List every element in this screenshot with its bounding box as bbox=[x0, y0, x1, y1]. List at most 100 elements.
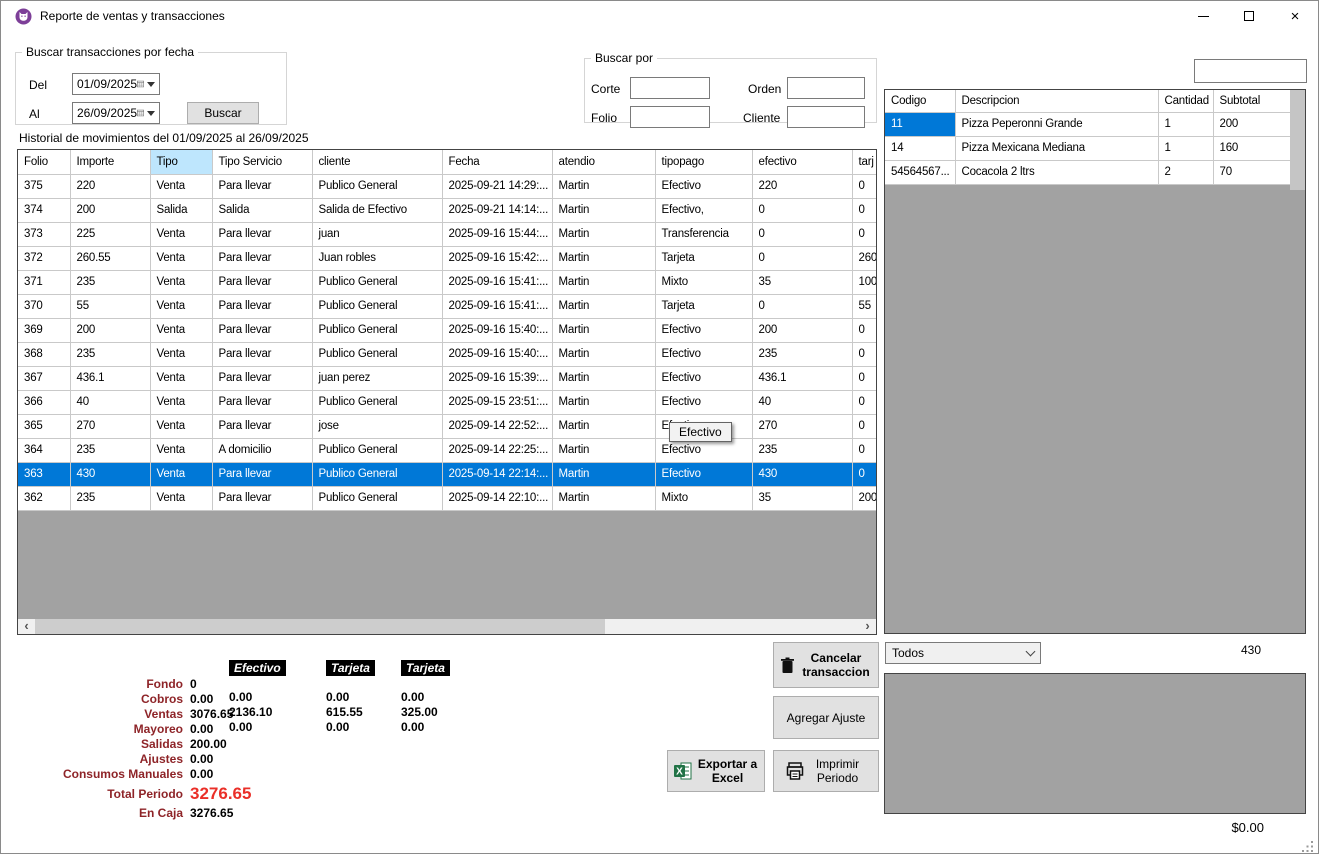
cell[interactable]: Efectivo bbox=[655, 390, 752, 414]
cell[interactable]: 2025-09-14 22:10:... bbox=[442, 486, 552, 510]
cell[interactable]: Martin bbox=[552, 270, 655, 294]
column-header[interactable]: tipopago bbox=[655, 150, 752, 174]
history-row[interactable]: 374200SalidaSalidaSalida de Efectivo2025… bbox=[18, 198, 877, 222]
column-header[interactable]: Tipo Servicio bbox=[212, 150, 312, 174]
history-row[interactable]: 364235VentaA domicilioPublico General202… bbox=[18, 438, 877, 462]
cancel-transaction-button[interactable]: Cancelar transaccion bbox=[773, 642, 879, 688]
filter-dropdown[interactable]: Todos bbox=[885, 642, 1041, 664]
horizontal-scrollbar[interactable]: ‹ › bbox=[18, 619, 876, 634]
cell[interactable]: 270 bbox=[752, 414, 852, 438]
cell[interactable]: Pizza Mexicana Mediana bbox=[955, 136, 1158, 160]
cell[interactable]: 200 bbox=[70, 198, 150, 222]
cell[interactable]: Venta bbox=[150, 438, 212, 462]
cell[interactable]: 0 bbox=[852, 342, 877, 366]
date-from-picker[interactable]: 01/09/2025 bbox=[72, 73, 160, 95]
cell[interactable]: 0 bbox=[852, 318, 877, 342]
history-row[interactable]: 368235VentaPara llevarPublico General202… bbox=[18, 342, 877, 366]
cell[interactable]: Venta bbox=[150, 294, 212, 318]
product-row[interactable]: 11Pizza Peperonni Grande1200 bbox=[885, 112, 1291, 136]
cell[interactable]: Tarjeta bbox=[655, 246, 752, 270]
cell[interactable]: 1 bbox=[1158, 136, 1213, 160]
cell[interactable]: 436.1 bbox=[70, 366, 150, 390]
cell[interactable]: 364 bbox=[18, 438, 70, 462]
cell[interactable]: Tarjeta bbox=[655, 294, 752, 318]
cell[interactable]: 260. bbox=[852, 246, 877, 270]
cell[interactable]: 35 bbox=[752, 270, 852, 294]
cell[interactable]: 375 bbox=[18, 174, 70, 198]
history-row[interactable]: 373225VentaPara llevarjuan2025-09-16 15:… bbox=[18, 222, 877, 246]
cell[interactable]: 368 bbox=[18, 342, 70, 366]
history-row[interactable]: 371235VentaPara llevarPublico General202… bbox=[18, 270, 877, 294]
cell[interactable]: 235 bbox=[70, 270, 150, 294]
cell[interactable]: Venta bbox=[150, 414, 212, 438]
history-row[interactable]: 36640VentaPara llevarPublico General2025… bbox=[18, 390, 877, 414]
cell[interactable]: 2025-09-16 15:40:... bbox=[442, 318, 552, 342]
history-row[interactable]: 369200VentaPara llevarPublico General202… bbox=[18, 318, 877, 342]
cell[interactable]: 2025-09-16 15:41:... bbox=[442, 270, 552, 294]
cell[interactable]: Para llevar bbox=[212, 174, 312, 198]
cell[interactable]: 220 bbox=[752, 174, 852, 198]
cell[interactable]: Efectivo bbox=[655, 318, 752, 342]
cell[interactable]: 2025-09-16 15:39:... bbox=[442, 366, 552, 390]
cell[interactable]: Venta bbox=[150, 462, 212, 486]
cell[interactable]: A domicilio bbox=[212, 438, 312, 462]
column-header[interactable]: atendio bbox=[552, 150, 655, 174]
barcode-input[interactable] bbox=[1194, 59, 1307, 83]
cell[interactable]: 371 bbox=[18, 270, 70, 294]
cell[interactable]: 369 bbox=[18, 318, 70, 342]
cell[interactable]: 235 bbox=[70, 486, 150, 510]
cell[interactable]: 2025-09-14 22:14:... bbox=[442, 462, 552, 486]
cell[interactable]: 270 bbox=[70, 414, 150, 438]
scroll-right-icon[interactable]: › bbox=[859, 619, 876, 634]
column-header[interactable]: Tipo bbox=[150, 150, 212, 174]
column-header[interactable]: cliente bbox=[312, 150, 442, 174]
cell[interactable]: 0 bbox=[852, 438, 877, 462]
cell[interactable]: 0 bbox=[852, 462, 877, 486]
cell[interactable]: 362 bbox=[18, 486, 70, 510]
cell[interactable]: juan bbox=[312, 222, 442, 246]
cell[interactable]: 100 bbox=[852, 270, 877, 294]
cell[interactable]: Publico General bbox=[312, 462, 442, 486]
cell[interactable]: Cocacola 2 ltrs bbox=[955, 160, 1158, 184]
column-header[interactable]: tarj bbox=[852, 150, 877, 174]
cell[interactable]: Venta bbox=[150, 486, 212, 510]
cell[interactable]: 260.55 bbox=[70, 246, 150, 270]
cell[interactable]: 2025-09-14 22:25:... bbox=[442, 438, 552, 462]
cell[interactable]: Efectivo bbox=[655, 342, 752, 366]
print-period-button[interactable]: Imprimir Periodo bbox=[773, 750, 879, 792]
cell[interactable]: Para llevar bbox=[212, 294, 312, 318]
vertical-scrollbar[interactable] bbox=[1290, 90, 1305, 190]
cell[interactable]: Publico General bbox=[312, 294, 442, 318]
cell[interactable]: 0 bbox=[852, 390, 877, 414]
cell[interactable]: 2025-09-16 15:41:... bbox=[442, 294, 552, 318]
cell[interactable]: Transferencia bbox=[655, 222, 752, 246]
column-header[interactable]: Descripcion bbox=[955, 90, 1158, 112]
cell[interactable]: Venta bbox=[150, 390, 212, 414]
cell[interactable]: Venta bbox=[150, 174, 212, 198]
cell[interactable]: Martin bbox=[552, 462, 655, 486]
cell[interactable]: Juan robles bbox=[312, 246, 442, 270]
cell[interactable]: Para llevar bbox=[212, 462, 312, 486]
cell[interactable]: 11 bbox=[885, 112, 955, 136]
cell[interactable]: 235 bbox=[752, 342, 852, 366]
cell[interactable]: 35 bbox=[752, 486, 852, 510]
close-button[interactable]: × bbox=[1272, 1, 1318, 31]
cell[interactable]: 200 bbox=[1213, 112, 1291, 136]
cell[interactable]: Publico General bbox=[312, 342, 442, 366]
cell[interactable]: 2025-09-16 15:40:... bbox=[442, 342, 552, 366]
minimize-button[interactable] bbox=[1180, 1, 1226, 31]
cell[interactable]: Publico General bbox=[312, 318, 442, 342]
history-row[interactable]: 37055VentaPara llevarPublico General2025… bbox=[18, 294, 877, 318]
history-row[interactable]: 375220VentaPara llevarPublico General202… bbox=[18, 174, 877, 198]
cell[interactable]: Martin bbox=[552, 342, 655, 366]
cell[interactable]: Pizza Peperonni Grande bbox=[955, 112, 1158, 136]
cell[interactable]: 55 bbox=[70, 294, 150, 318]
corte-input[interactable] bbox=[630, 77, 710, 99]
cell[interactable]: 0 bbox=[752, 222, 852, 246]
scroll-left-icon[interactable]: ‹ bbox=[18, 619, 35, 634]
column-header[interactable]: Cantidad bbox=[1158, 90, 1213, 112]
cell[interactable]: Martin bbox=[552, 438, 655, 462]
cell[interactable]: 225 bbox=[70, 222, 150, 246]
cell[interactable]: 366 bbox=[18, 390, 70, 414]
cell[interactable]: 1 bbox=[1158, 112, 1213, 136]
